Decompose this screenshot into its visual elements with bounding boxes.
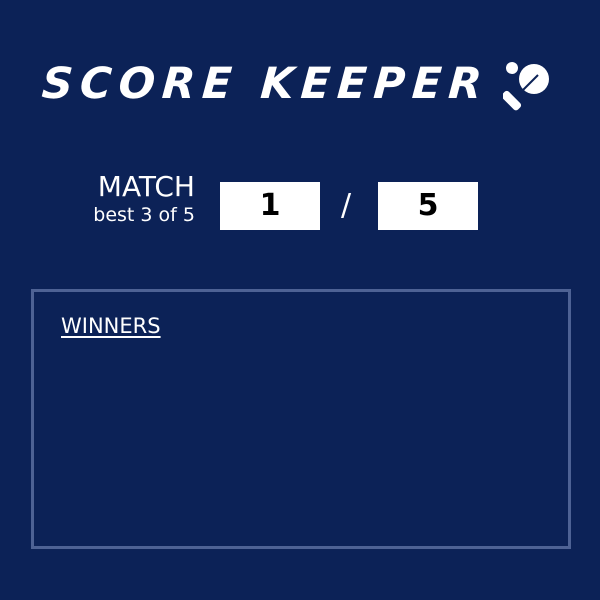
current-match-field[interactable]: 1 <box>220 182 320 230</box>
match-row: MATCH best 3 of 5 1 / 5 <box>0 170 600 240</box>
ping-pong-paddle-icon <box>501 57 557 111</box>
winners-panel: WINNERS <box>31 289 571 549</box>
winners-list <box>61 352 541 526</box>
app-title: SCORE KEEPER <box>40 58 491 109</box>
winners-heading: WINNERS <box>61 314 161 338</box>
total-matches-field[interactable]: 5 <box>378 182 478 230</box>
score-separator: / <box>341 188 352 223</box>
match-title: MATCH <box>97 170 195 203</box>
match-format: best 3 of 5 <box>93 204 195 226</box>
header: SCORE KEEPER <box>40 52 557 116</box>
match-label: MATCH best 3 of 5 <box>93 170 195 226</box>
